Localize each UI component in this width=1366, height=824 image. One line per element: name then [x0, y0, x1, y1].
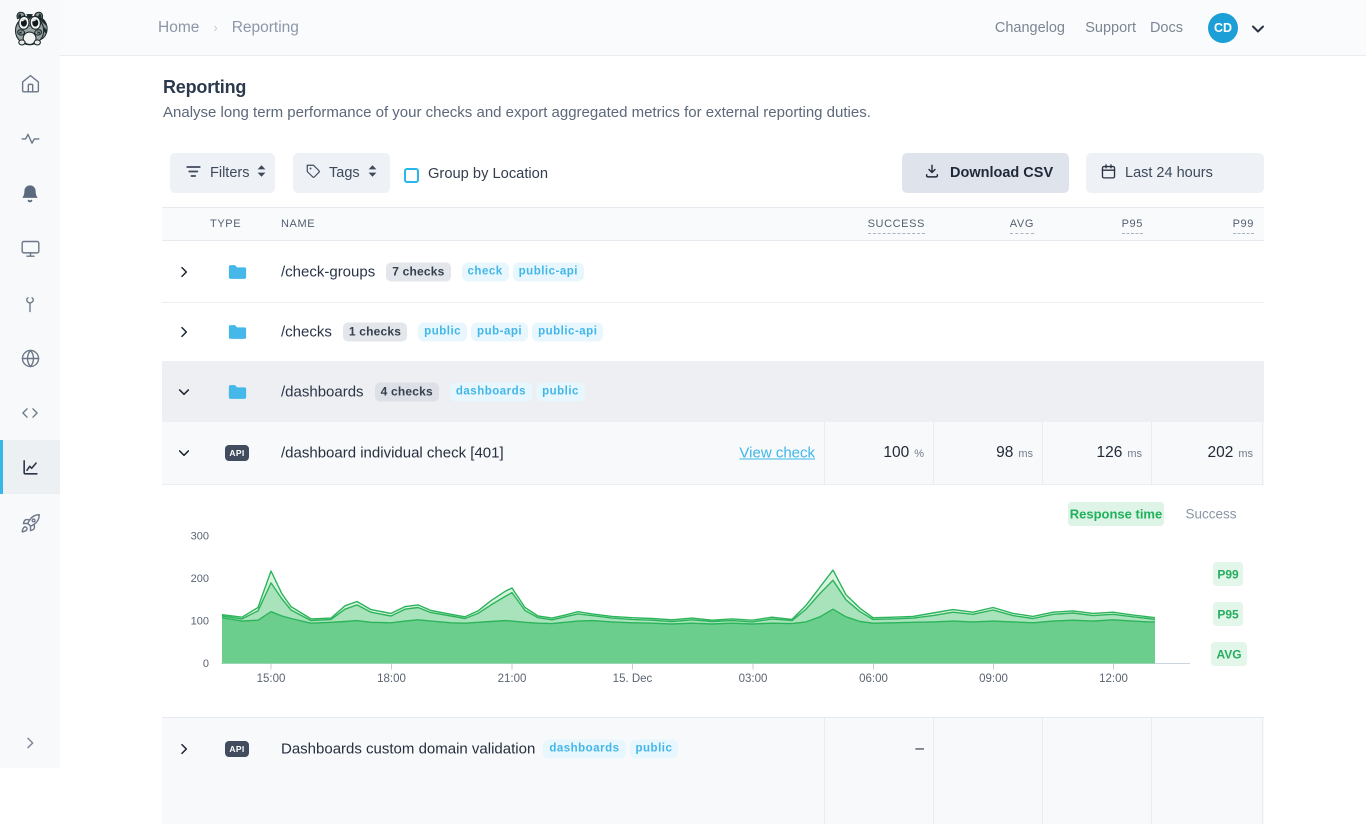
- svg-text:P99: P99: [1217, 568, 1239, 582]
- svg-text:12:00: 12:00: [1099, 673, 1128, 685]
- svg-text:Success: Success: [1185, 507, 1236, 522]
- svg-text:21:00: 21:00: [498, 673, 527, 685]
- svg-text:Response time: Response time: [1070, 507, 1162, 522]
- svg-text:AVG: AVG: [1216, 648, 1241, 662]
- svg-text:100: 100: [191, 616, 209, 628]
- svg-text:09:00: 09:00: [979, 673, 1008, 685]
- svg-text:0: 0: [203, 658, 209, 670]
- svg-text:15:00: 15:00: [257, 673, 286, 685]
- svg-text:18:00: 18:00: [377, 673, 406, 685]
- svg-text:300: 300: [191, 531, 209, 543]
- svg-text:200: 200: [191, 573, 209, 585]
- svg-text:P95: P95: [1217, 608, 1239, 622]
- svg-text:15. Dec: 15. Dec: [613, 673, 653, 685]
- svg-text:03:00: 03:00: [739, 673, 768, 685]
- svg-text:06:00: 06:00: [859, 673, 888, 685]
